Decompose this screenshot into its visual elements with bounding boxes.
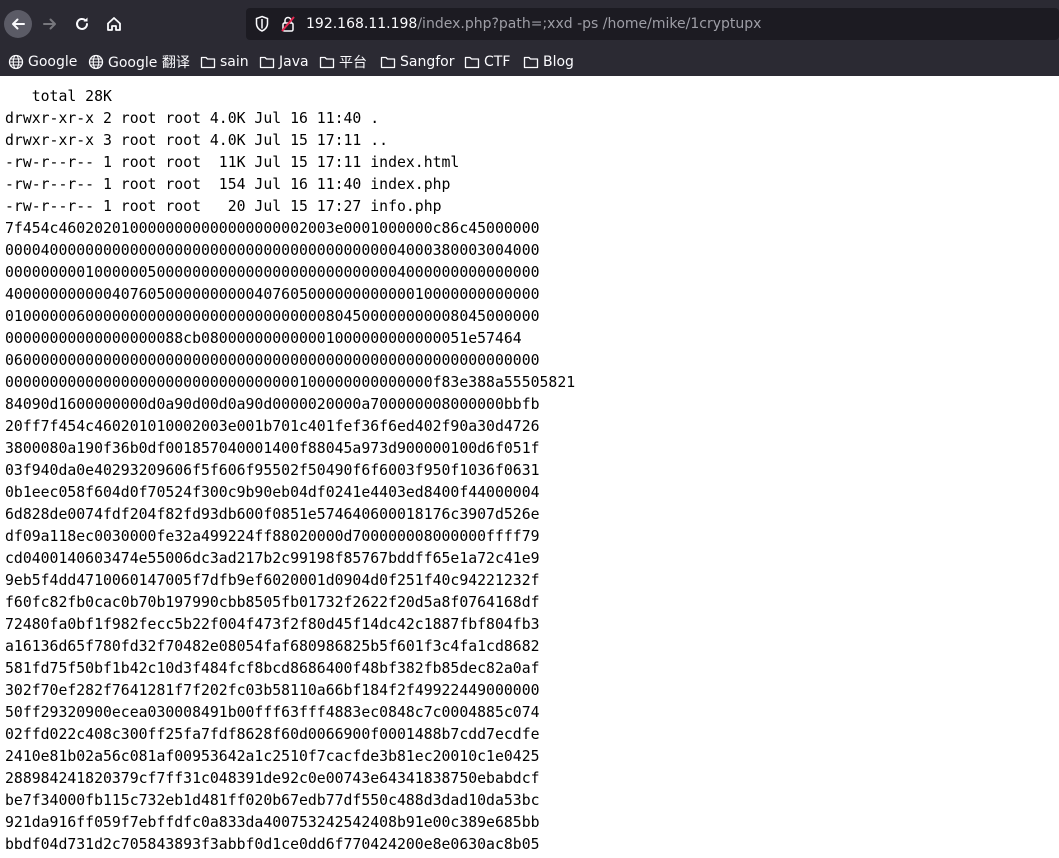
bookmark-label: Google 翻译: [108, 55, 190, 71]
forward-button[interactable]: [36, 10, 64, 38]
hex-line: 0000400000000000000000000000000000000000…: [5, 242, 540, 259]
bookmark-label: Google: [28, 54, 78, 70]
hex-line: 9eb5f4dd4710060147005f7dfb9ef6020001d090…: [5, 572, 540, 589]
hex-line: f60fc82fb0cac0b70b197990cbb8505fb01732f2…: [5, 594, 540, 611]
bookmark-label: Blog: [543, 54, 574, 70]
bookmark-folder-platform[interactable]: 平台: [319, 52, 367, 72]
folder-icon: [200, 56, 216, 69]
hex-line: 581fd75f50bf1b42c10d3f484fcf8bcd8686400f…: [5, 660, 540, 677]
home-icon: [107, 17, 121, 31]
reload-icon: [76, 17, 88, 30]
listing-line: drwxr-xr-x 2 root root 4.0K Jul 16 11:40…: [5, 110, 380, 127]
folder-icon: [464, 56, 480, 69]
bookmark-folder-sangfor[interactable]: Sangfor: [380, 52, 454, 72]
hex-line: 02ffd022c408c300ff25fa7fdf8628f60d006690…: [5, 726, 540, 743]
globe-icon: [88, 54, 104, 70]
bookmark-google-translate[interactable]: Google 翻译: [88, 52, 190, 72]
hex-line: be7f34000fb115c732eb1d481ff020b67edb77df…: [5, 792, 540, 809]
arrow-right-icon: [43, 18, 56, 30]
bookmark-label: CTF: [484, 54, 511, 70]
reload-button[interactable]: [68, 10, 96, 38]
hex-line: 50ff29320900ecea030008491b00fff63fff4883…: [5, 704, 540, 721]
hex-line: 0000000000000000000000000000000001000000…: [5, 374, 576, 391]
hex-line: 0b1eec058f604d0f70524f300c9b90eb04df0241…: [5, 484, 540, 501]
hex-line: 20ff7f454c460201010002003e001b701c401fef…: [5, 418, 540, 435]
hex-line: bbdf04d731d2c705843893f3abbf0d1ce0dd6f77…: [5, 836, 540, 853]
address-bar[interactable]: 192.168.11.198/index.php?path=;xxd -ps /…: [246, 8, 1059, 40]
listing-line: -rw-r--r-- 1 root root 11K Jul 15 17:11 …: [5, 154, 460, 171]
url-host: 192.168.11.198: [306, 16, 418, 32]
hex-line: 302f70ef282f7641281f7f202fc03b58110a66bf…: [5, 682, 540, 699]
page-content: total 28K drwxr-xr-x 2 root root 4.0K Ju…: [0, 76, 1059, 858]
hex-line: 72480fa0bf1f982fecc5b22f004f473f2f80d45f…: [5, 616, 540, 633]
bookmark-folder-blog[interactable]: Blog: [523, 52, 574, 72]
listing-line: total 28K: [5, 88, 112, 105]
bookmarks-toolbar: Google Google 翻译 sain Java 平台 Sangfor CT…: [0, 48, 1059, 77]
url-text[interactable]: 192.168.11.198/index.php?path=;xxd -ps /…: [306, 15, 761, 33]
browser-toolbar: 192.168.11.198/index.php?path=;xxd -ps /…: [0, 0, 1059, 48]
hex-line: cd0400140603474e55006dc3ad217b2c99198f85…: [5, 550, 540, 567]
hex-line: 288984241820379cf7ff31c048391de92c0e0074…: [5, 770, 540, 787]
bookmark-folder-ctf[interactable]: CTF: [464, 52, 510, 72]
listing-line: drwxr-xr-x 3 root root 4.0K Jul 15 17:11…: [5, 132, 389, 149]
hex-line: 4000000000004076050000000000407605000000…: [5, 286, 540, 303]
back-button[interactable]: [4, 10, 32, 38]
folder-icon: [380, 56, 396, 69]
bookmark-label: 平台: [339, 55, 367, 71]
hex-line: 0600000000000000000000000000000000000000…: [5, 352, 540, 369]
listing-line: -rw-r--r-- 1 root root 154 Jul 16 11:40 …: [5, 176, 451, 193]
hex-line: 0000000001000000500000000000000000000000…: [5, 264, 540, 281]
bookmark-label: Sangfor: [400, 54, 455, 70]
hex-line: df09a118ec0030000fe32a499224ff88020000d7…: [5, 528, 540, 545]
arrow-left-icon: [12, 18, 25, 30]
bookmark-label: Java: [279, 54, 309, 70]
hex-line: 7f454c4602020100000000000000000002003e00…: [5, 220, 540, 237]
hex-line: 2410e81b02a56c081af00953642a1c2510f7cacf…: [5, 748, 540, 765]
shield-icon[interactable]: [254, 15, 270, 37]
bookmark-folder-java[interactable]: Java: [259, 52, 309, 72]
globe-icon: [8, 54, 24, 70]
hex-line: a16136d65f780fd32f70482e08054faf68098682…: [5, 638, 540, 655]
bookmark-label: sain: [220, 54, 249, 70]
home-button[interactable]: [100, 10, 128, 38]
folder-icon: [319, 56, 335, 69]
hex-line: 84090d1600000000d0a90d00d0a90d0000020000…: [5, 396, 540, 413]
hex-line: 921da916ff059f7ebffdfc0a833da40075324254…: [5, 814, 540, 831]
command-output: total 28K drwxr-xr-x 2 root root 4.0K Ju…: [0, 76, 1059, 856]
hex-line: 6d828de0074fdf204f82fd93db600f0851e57464…: [5, 506, 540, 523]
bookmark-folder-sain[interactable]: sain: [200, 52, 249, 72]
hex-line: 0100000060000000000000000000000000008045…: [5, 308, 540, 325]
folder-icon: [259, 56, 275, 69]
hex-line: 00000000000000000088cb080000000000001000…: [5, 330, 522, 347]
insecure-lock-icon[interactable]: [280, 15, 296, 37]
folder-icon: [523, 56, 539, 69]
listing-line: -rw-r--r-- 1 root root 20 Jul 15 17:27 i…: [5, 198, 442, 215]
url-path: /index.php?path=;xxd -ps /home/mike/1cry…: [417, 16, 762, 32]
hex-line: 3800080a190f36b0df001857040001400f88045a…: [5, 440, 540, 457]
bookmark-google[interactable]: Google: [8, 52, 77, 72]
hex-line: 03f940da0e40293209606f5f606f95502f50490f…: [5, 462, 540, 479]
